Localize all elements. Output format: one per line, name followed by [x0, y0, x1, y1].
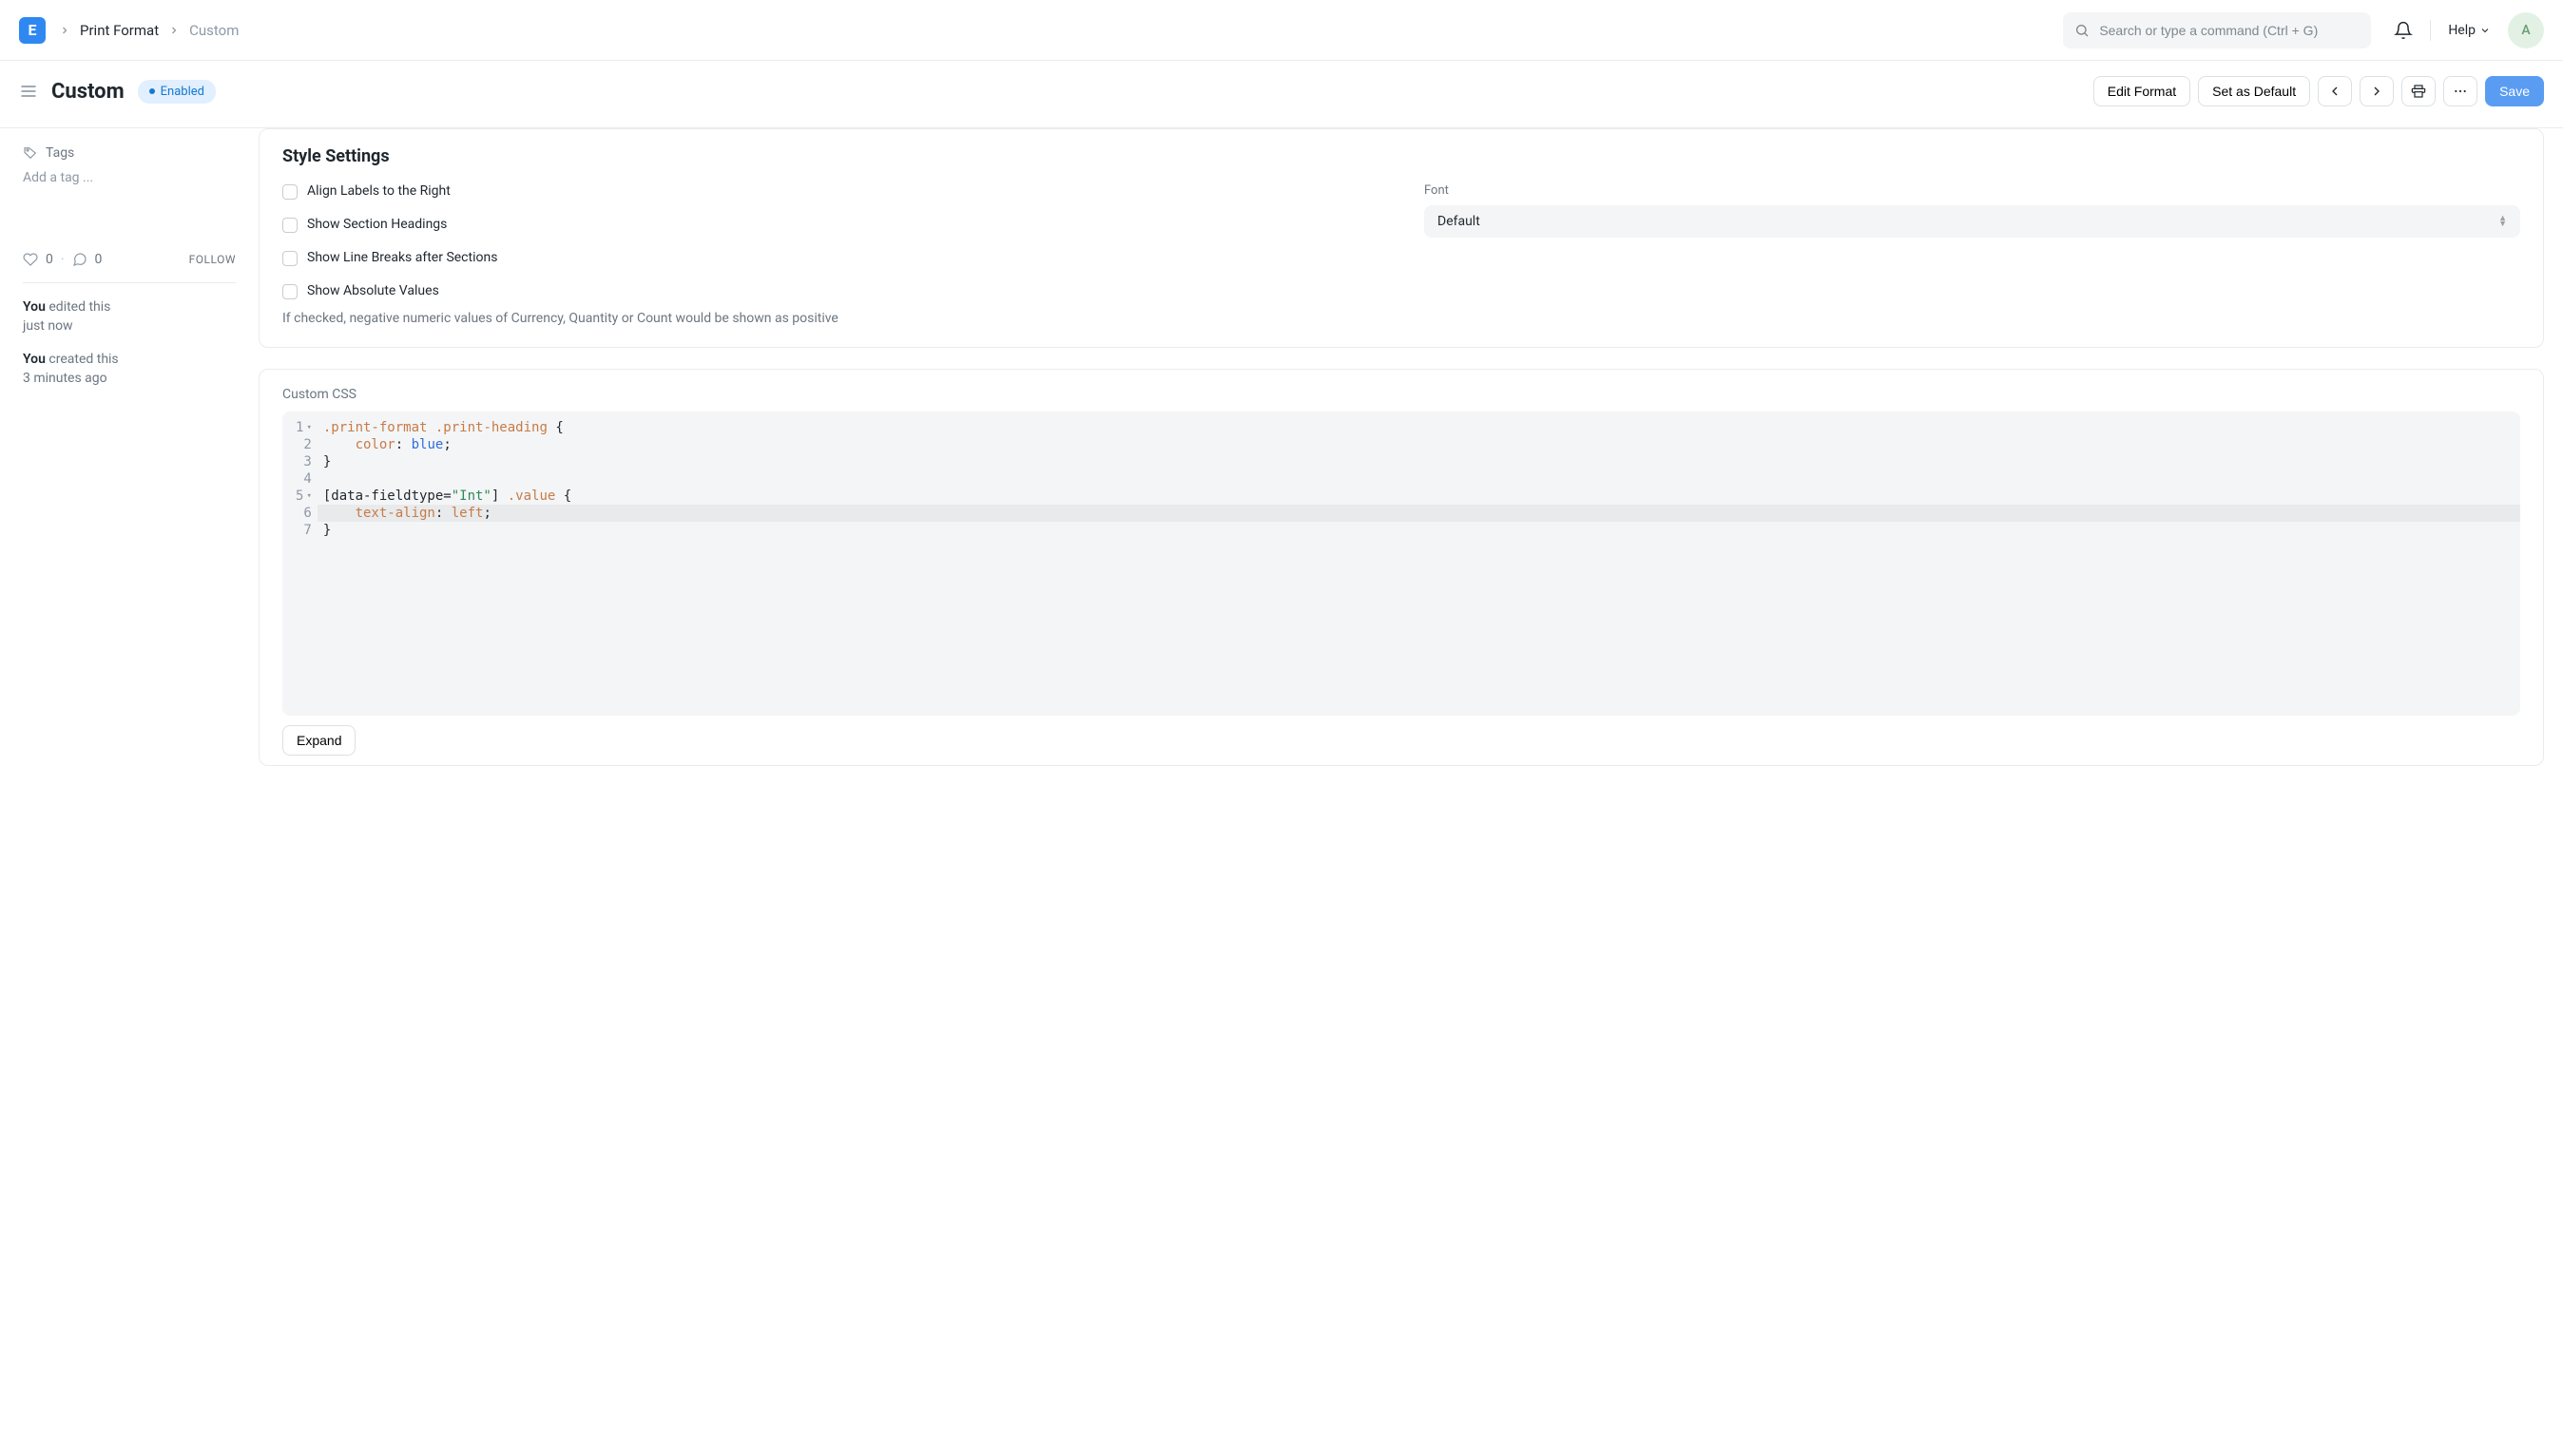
nav-right: Help A: [2394, 12, 2544, 48]
font-selected-value: Default: [1437, 214, 1480, 229]
status-badge[interactable]: Enabled: [138, 80, 216, 104]
checkbox-label: Show Absolute Values: [307, 283, 439, 298]
custom-css-card: Custom CSS 1▾ 2 3 4 5▾ 6 7 .print-format…: [259, 369, 2544, 766]
main: Tags Add a tag ... 0 · 0 FOLLOW You edit…: [0, 128, 2563, 810]
checkbox-label: Show Line Breaks after Sections: [307, 250, 497, 265]
style-right-col: Font Default ▲▼: [1424, 183, 2520, 326]
reactions-row: 0 · 0 FOLLOW: [23, 252, 236, 267]
checkbox-icon[interactable]: [282, 184, 298, 200]
font-select[interactable]: Default ▲▼: [1424, 205, 2520, 238]
menu-icon[interactable]: [19, 82, 38, 101]
show-sections-checkbox-row[interactable]: Show Section Headings: [282, 217, 1378, 233]
checkbox-icon[interactable]: [282, 251, 298, 266]
content: Style Settings Align Labels to the Right…: [259, 128, 2563, 810]
logo-letter: E: [29, 21, 37, 39]
next-button[interactable]: [2360, 76, 2394, 106]
breadcrumb-parent[interactable]: Print Format: [80, 22, 159, 39]
tag-icon: [23, 145, 38, 161]
expand-button[interactable]: Expand: [282, 725, 356, 756]
app-logo[interactable]: E: [19, 17, 46, 44]
checkbox-icon[interactable]: [282, 218, 298, 233]
add-tag-input[interactable]: Add a tag ...: [23, 170, 236, 185]
chevron-right-icon: [168, 25, 180, 36]
print-button[interactable]: [2401, 76, 2436, 106]
follow-button[interactable]: FOLLOW: [189, 253, 236, 266]
select-arrows-icon: ▲▼: [2498, 216, 2507, 227]
breadcrumb-current: Custom: [189, 22, 239, 39]
reactions-separator: ·: [61, 252, 65, 267]
absolute-help-text: If checked, negative numeric values of C…: [282, 311, 1378, 326]
activity-edited: You edited this just now: [23, 298, 236, 335]
style-settings-card: Style Settings Align Labels to the Right…: [259, 128, 2544, 348]
search-icon: [2074, 23, 2090, 38]
status-dot-icon: [149, 88, 155, 94]
checkbox-label: Align Labels to the Right: [307, 183, 451, 199]
code-gutter: 1▾ 2 3 4 5▾ 6 7: [282, 412, 318, 716]
code-body[interactable]: .print-format .print-heading { color: bl…: [318, 412, 2520, 716]
chevron-right-icon: [59, 25, 70, 36]
help-label: Help: [2448, 23, 2476, 38]
avatar-letter: A: [2521, 23, 2530, 38]
likes-count: 0: [46, 252, 53, 267]
checkbox-icon[interactable]: [282, 284, 298, 299]
activity-created: You created this 3 minutes ago: [23, 351, 236, 388]
heart-icon[interactable]: [23, 252, 38, 267]
avatar[interactable]: A: [2508, 12, 2544, 48]
checkbox-label: Show Section Headings: [307, 217, 447, 232]
search-input[interactable]: [2099, 23, 2360, 38]
style-left-col: Align Labels to the Right Show Section H…: [282, 183, 1378, 326]
custom-css-label: Custom CSS: [282, 387, 2520, 402]
fold-icon[interactable]: ▾: [306, 490, 311, 502]
help-menu[interactable]: Help: [2448, 23, 2491, 38]
sidebar: Tags Add a tag ... 0 · 0 FOLLOW You edit…: [0, 128, 259, 810]
activity-when: just now: [23, 317, 236, 336]
navbar: E Print Format Custom Help A: [0, 0, 2563, 61]
activity-user: You: [23, 352, 46, 367]
comment-icon[interactable]: [72, 252, 87, 267]
bell-icon[interactable]: [2394, 21, 2413, 40]
section-title: Style Settings: [282, 146, 2520, 166]
nav-divider: [2430, 20, 2431, 41]
activity-when: 3 minutes ago: [23, 370, 236, 389]
page-title: Custom: [51, 80, 125, 104]
set-as-default-button[interactable]: Set as Default: [2198, 76, 2310, 106]
save-button[interactable]: Save: [2485, 76, 2544, 106]
code-editor[interactable]: 1▾ 2 3 4 5▾ 6 7 .print-format .print-hea…: [282, 412, 2520, 716]
align-labels-checkbox-row[interactable]: Align Labels to the Right: [282, 183, 1378, 200]
tags-heading: Tags: [23, 145, 236, 161]
status-text: Enabled: [161, 85, 204, 99]
breadcrumb: Print Format Custom: [59, 22, 239, 39]
comments-count: 0: [95, 252, 103, 267]
fold-icon[interactable]: ▾: [306, 422, 311, 433]
more-menu-button[interactable]: [2443, 76, 2477, 106]
activity-action: edited this: [46, 299, 111, 315]
show-absolute-checkbox-row[interactable]: Show Absolute Values: [282, 283, 1378, 299]
activity-user: You: [23, 299, 46, 315]
search-box[interactable]: [2063, 12, 2371, 48]
tags-label: Tags: [46, 145, 74, 161]
activity-action: created this: [46, 352, 119, 367]
titlebar: Custom Enabled Edit Format Set as Defaul…: [0, 61, 2563, 128]
prev-button[interactable]: [2318, 76, 2352, 106]
font-label: Font: [1424, 183, 2520, 198]
sidebar-divider: [23, 282, 236, 283]
edit-format-button[interactable]: Edit Format: [2093, 76, 2190, 106]
show-line-breaks-checkbox-row[interactable]: Show Line Breaks after Sections: [282, 250, 1378, 266]
